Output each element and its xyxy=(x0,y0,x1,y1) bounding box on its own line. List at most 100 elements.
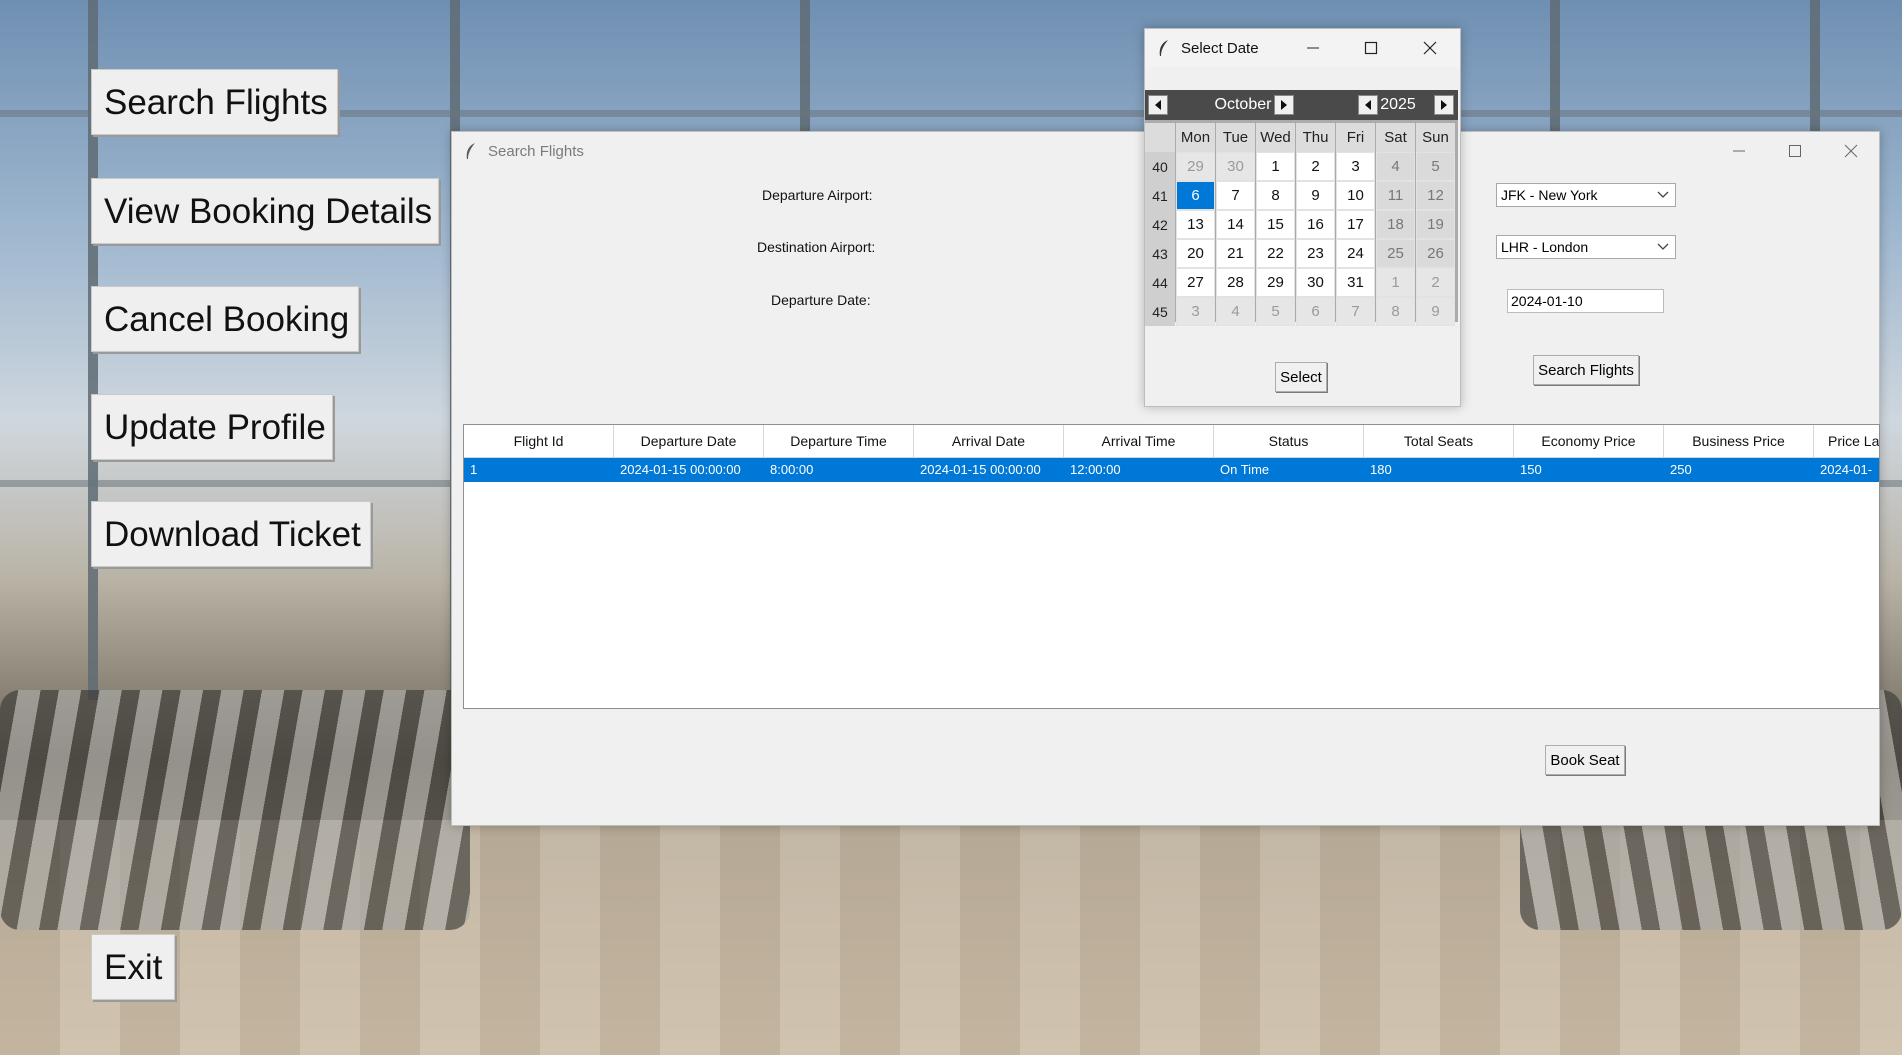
calendar-day[interactable]: 29 xyxy=(1256,268,1295,297)
next-year-button[interactable] xyxy=(1434,95,1454,115)
weekday-label: Fri xyxy=(1336,123,1375,152)
column-header[interactable]: Economy Price xyxy=(1514,425,1664,457)
calendar-day[interactable]: 11 xyxy=(1376,181,1415,210)
calendar-day[interactable]: 10 xyxy=(1336,181,1375,210)
column-header[interactable]: Arrival Time xyxy=(1064,425,1214,457)
destination-airport-select[interactable]: LHR - London xyxy=(1496,235,1676,259)
table-cell: 250 xyxy=(1670,462,1692,477)
calendar-day[interactable]: 27 xyxy=(1176,268,1215,297)
weekday-label: Sun xyxy=(1416,123,1455,152)
minimize-icon xyxy=(1733,150,1745,152)
calendar-day[interactable]: 13 xyxy=(1176,210,1215,239)
departure-airport-select[interactable]: JFK - New York xyxy=(1496,183,1676,207)
feather-icon xyxy=(1159,40,1168,56)
calendar-day[interactable]: 29 xyxy=(1176,152,1215,181)
week-number: 41 xyxy=(1145,181,1175,210)
table-cell: 12:00:00 xyxy=(1070,462,1121,477)
column-header[interactable]: Flight Id xyxy=(464,425,614,457)
destination-airport-label: Destination Airport: xyxy=(757,239,876,255)
calendar-day[interactable]: 16 xyxy=(1296,210,1335,239)
calendar-day[interactable]: 28 xyxy=(1216,268,1255,297)
calendar-day[interactable]: 21 xyxy=(1216,239,1255,268)
column-header[interactable]: Total Seats xyxy=(1364,425,1514,457)
calendar-day[interactable]: 4 xyxy=(1376,152,1415,181)
week-number-header xyxy=(1145,123,1175,152)
calendar-day[interactable]: 5 xyxy=(1416,152,1455,181)
cancel-booking-button[interactable]: Cancel Booking xyxy=(91,286,359,352)
column-header[interactable]: Arrival Date xyxy=(914,425,1064,457)
table-header: Flight Id Departure Date Departure Time … xyxy=(464,425,1879,458)
week-number: 44 xyxy=(1145,268,1175,297)
departure-date-field[interactable]: 2024-01-10 xyxy=(1507,289,1664,313)
search-flights-submit-button[interactable]: Search Flights xyxy=(1533,355,1639,385)
calendar-day[interactable]: 7 xyxy=(1336,297,1375,326)
calendar-day[interactable]: 2 xyxy=(1296,152,1335,181)
select-date-button[interactable]: Select xyxy=(1275,362,1327,392)
calendar-day[interactable]: 30 xyxy=(1216,152,1255,181)
minimize-icon xyxy=(1307,47,1319,49)
date-minimize-button[interactable] xyxy=(1284,29,1342,67)
triangle-right-icon xyxy=(1441,100,1447,110)
week-number: 40 xyxy=(1145,152,1175,181)
calendar-day[interactable]: 1 xyxy=(1256,152,1295,181)
calendar-day[interactable]: 6 xyxy=(1176,181,1215,210)
calendar-day[interactable]: 19 xyxy=(1416,210,1455,239)
update-profile-button[interactable]: Update Profile xyxy=(91,394,333,460)
calendar-day[interactable]: 9 xyxy=(1296,181,1335,210)
calendar-day[interactable]: 12 xyxy=(1416,181,1455,210)
book-seat-button[interactable]: Book Seat xyxy=(1545,745,1625,775)
calendar-day[interactable]: 18 xyxy=(1376,210,1415,239)
column-header[interactable]: Price La xyxy=(1814,425,1879,457)
flights-table[interactable]: Flight Id Departure Date Departure Time … xyxy=(463,424,1880,709)
calendar-day[interactable]: 15 xyxy=(1256,210,1295,239)
calendar-day[interactable]: 17 xyxy=(1336,210,1375,239)
calendar-day[interactable]: 8 xyxy=(1376,297,1415,326)
calendar-day[interactable]: 26 xyxy=(1416,239,1455,268)
column-header[interactable]: Departure Date xyxy=(614,425,764,457)
calendar-day[interactable]: 5 xyxy=(1256,297,1295,326)
calendar-day[interactable]: 3 xyxy=(1176,297,1215,326)
calendar-day[interactable]: 20 xyxy=(1176,239,1215,268)
date-close-button[interactable] xyxy=(1400,29,1460,67)
minimize-button[interactable] xyxy=(1711,132,1767,170)
calendar-day[interactable]: 7 xyxy=(1216,181,1255,210)
weekday-label: Mon xyxy=(1176,123,1215,152)
maximize-button[interactable] xyxy=(1767,132,1823,170)
departure-airport-value: JFK - New York xyxy=(1501,187,1598,203)
calendar-day[interactable]: 23 xyxy=(1296,239,1335,268)
calendar-day[interactable]: 31 xyxy=(1336,268,1375,297)
next-month-button[interactable] xyxy=(1274,95,1294,115)
view-booking-details-button[interactable]: View Booking Details xyxy=(91,178,439,244)
table-cell: 2024-01-15 00:00:00 xyxy=(620,462,741,477)
close-button[interactable] xyxy=(1823,132,1879,170)
date-window-titlebar: Select Date xyxy=(1145,29,1460,67)
table-cell: 1 xyxy=(470,462,478,477)
table-row[interactable]: 1 2024-01-15 00:00:00 8:00:00 2024-01-15… xyxy=(464,458,1879,482)
chevron-down-icon xyxy=(1657,191,1669,198)
column-header[interactable]: Business Price xyxy=(1664,425,1814,457)
calendar-year: 2025 xyxy=(1380,96,1416,113)
calendar-day[interactable]: 25 xyxy=(1376,239,1415,268)
close-icon xyxy=(1844,144,1858,158)
prev-month-button[interactable] xyxy=(1148,95,1168,115)
column-header[interactable]: Departure Time xyxy=(764,425,914,457)
calendar-day[interactable]: 8 xyxy=(1256,181,1295,210)
week-number: 43 xyxy=(1145,239,1175,268)
exit-button[interactable]: Exit xyxy=(91,934,175,1000)
calendar-grid: Mon Tue Wed Thu Fri Sat Sun 40 29 30 1 2 3 4 5 4… xyxy=(1145,123,1455,326)
calendar-day[interactable]: 30 xyxy=(1296,268,1335,297)
calendar-day[interactable]: 3 xyxy=(1336,152,1375,181)
calendar-day[interactable]: 14 xyxy=(1216,210,1255,239)
download-ticket-button[interactable]: Download Ticket xyxy=(91,501,371,567)
calendar-day[interactable]: 9 xyxy=(1416,297,1455,326)
calendar-day[interactable]: 1 xyxy=(1376,268,1415,297)
calendar-day[interactable]: 22 xyxy=(1256,239,1295,268)
calendar-day[interactable]: 6 xyxy=(1296,297,1335,326)
date-maximize-button[interactable] xyxy=(1342,29,1400,67)
calendar-day[interactable]: 4 xyxy=(1216,297,1255,326)
search-flights-button[interactable]: Search Flights xyxy=(91,69,338,135)
calendar-header: October 2025 xyxy=(1145,90,1458,120)
calendar-day[interactable]: 2 xyxy=(1416,268,1455,297)
column-header[interactable]: Status xyxy=(1214,425,1364,457)
calendar-day[interactable]: 24 xyxy=(1336,239,1375,268)
